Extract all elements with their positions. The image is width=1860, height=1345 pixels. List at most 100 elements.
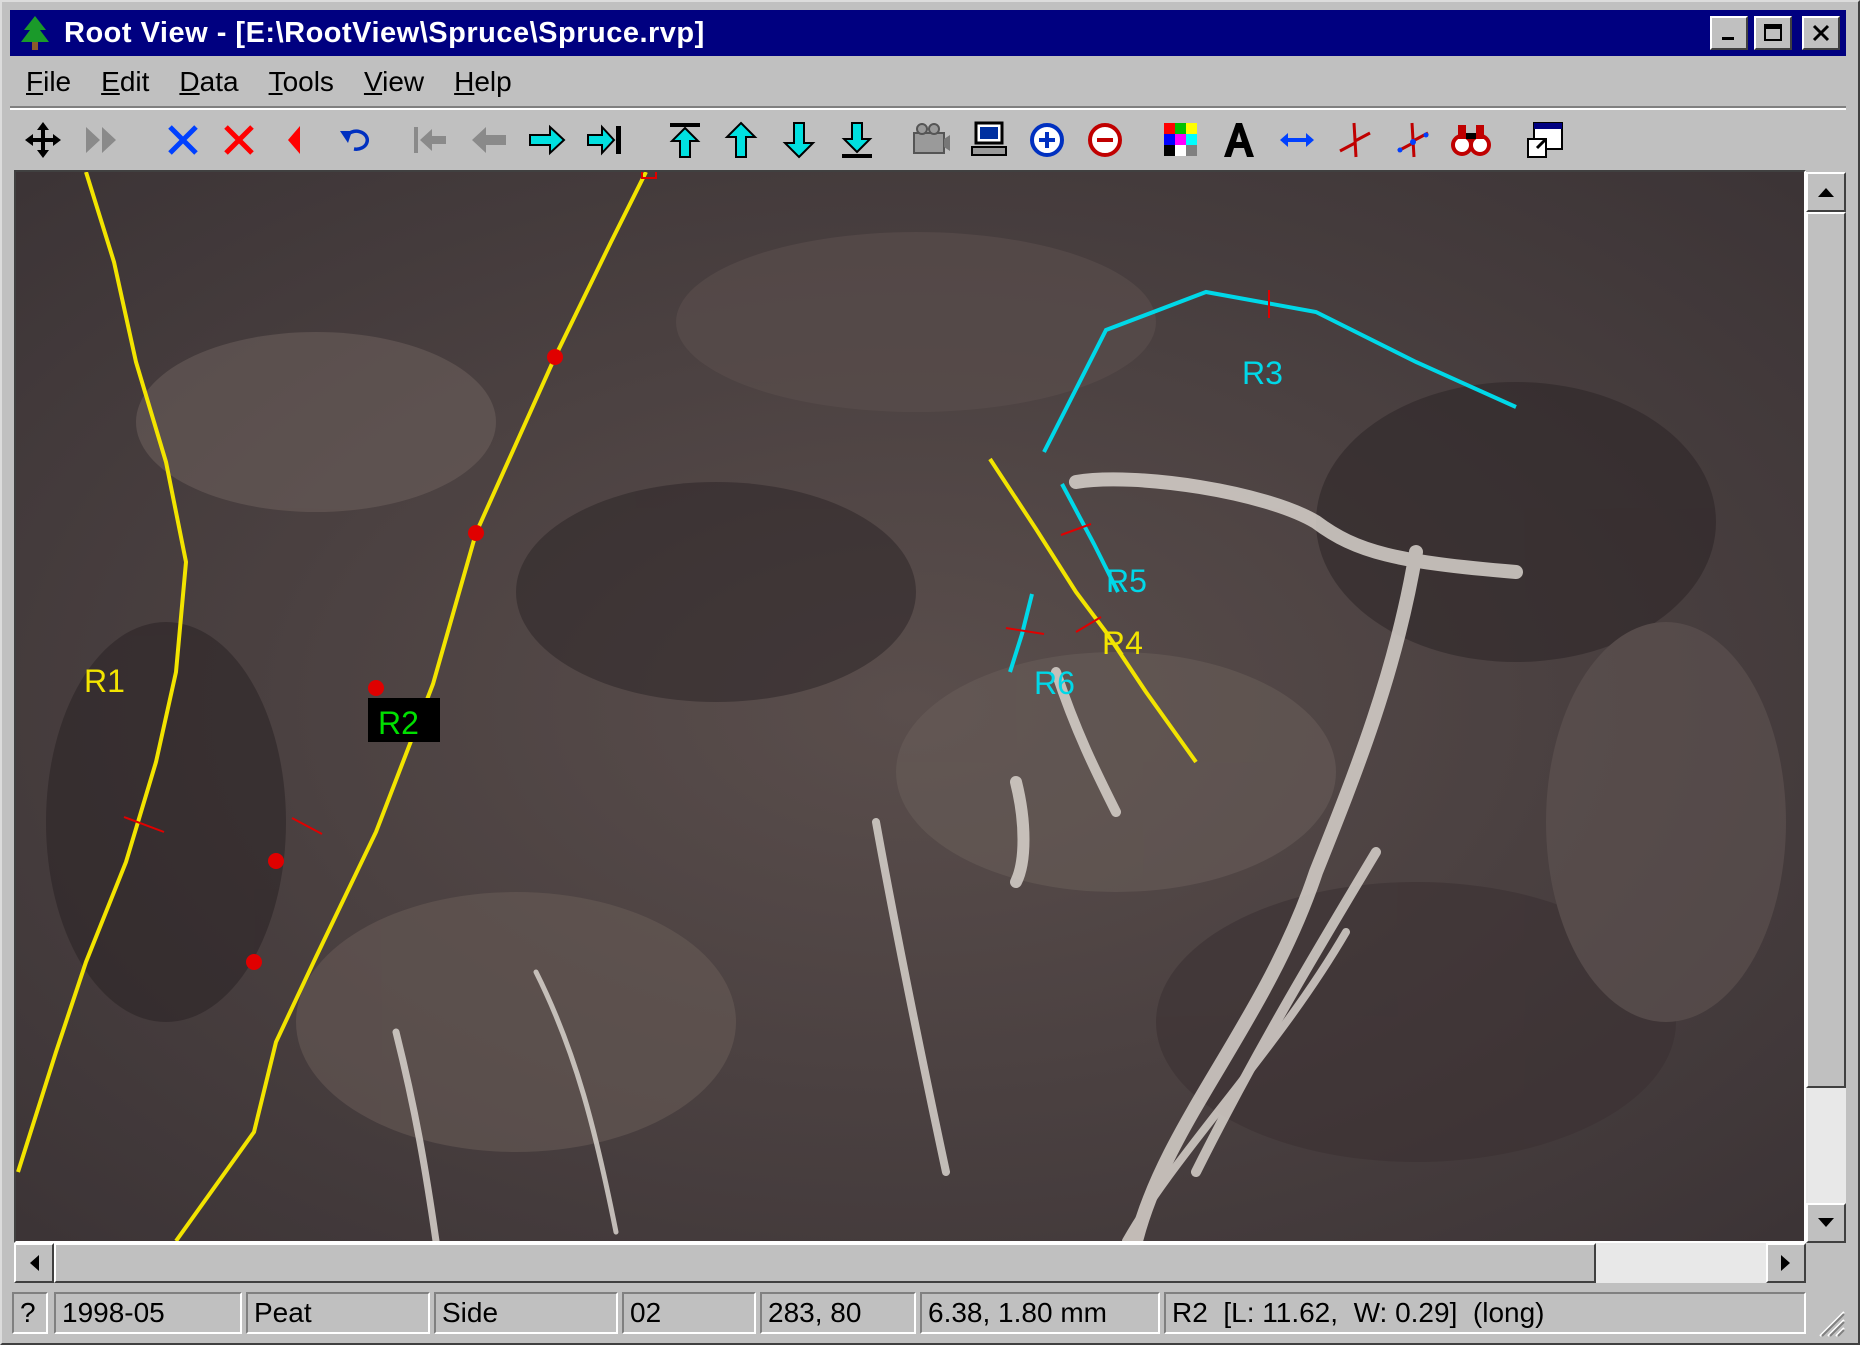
move-button[interactable]: [20, 114, 66, 166]
down-button[interactable]: [776, 114, 822, 166]
undo-button[interactable]: [332, 114, 378, 166]
next-frame-button[interactable]: [524, 114, 570, 166]
zoom-out-button[interactable]: [1082, 114, 1128, 166]
horizontal-scrollbar[interactable]: [14, 1243, 1806, 1283]
menu-separator: [10, 106, 1846, 110]
menu-edit-mnemonic: E: [101, 66, 120, 97]
scroll-down-arrow-icon: [1818, 1218, 1834, 1227]
fast-forward-button[interactable]: [78, 114, 124, 166]
root-r2-node[interactable]: [468, 525, 484, 541]
status-pixel-coords: 283, 80: [760, 1292, 916, 1334]
status-medium: Peat: [246, 1292, 430, 1334]
delete-red-button[interactable]: [216, 114, 262, 166]
computer-button[interactable]: [966, 114, 1012, 166]
vertical-scrollbar[interactable]: [1806, 172, 1846, 1243]
spruce-tree-icon: [21, 16, 49, 50]
previous-frame-button[interactable]: [466, 114, 512, 166]
top-icon: [669, 123, 701, 158]
status-frame: 02: [622, 1292, 756, 1334]
zoom-out-icon: [1088, 123, 1122, 157]
scroll-down-button[interactable]: [1806, 1203, 1846, 1243]
computer-icon: [971, 121, 1007, 156]
minimize-icon: [1722, 37, 1734, 40]
previous-frame-icon: [472, 127, 506, 153]
move-icon: [25, 122, 61, 158]
delete-red-x-icon: [224, 125, 254, 155]
root-r2-node[interactable]: [246, 954, 262, 970]
root-r2-node[interactable]: [547, 349, 563, 365]
menu-view-label: iew: [382, 66, 425, 97]
resize-grip-icon[interactable]: [1812, 1304, 1846, 1338]
menu-file-label: ile: [43, 66, 72, 97]
scroll-up-arrow-icon: [1818, 188, 1834, 197]
title-bar[interactable]: Root View - [E:\RootView\Spruce\Spruce.r…: [10, 10, 1846, 56]
root-label-r4: R4: [1102, 625, 1143, 661]
menu-file[interactable]: File: [26, 66, 71, 98]
maximize-button[interactable]: [1754, 16, 1792, 50]
camera-button[interactable]: [908, 114, 954, 166]
menu-data[interactable]: Data: [179, 66, 238, 98]
menu-view[interactable]: View: [364, 66, 424, 98]
first-frame-button[interactable]: [406, 114, 452, 166]
measure-width-button[interactable]: [1274, 114, 1320, 166]
scroll-left-arrow-icon: [30, 1255, 39, 1271]
vertical-scroll-thumb[interactable]: [1806, 212, 1846, 1088]
delete-blue-button[interactable]: [160, 114, 206, 166]
status-side: Side: [434, 1292, 618, 1334]
scroll-up-button[interactable]: [1806, 172, 1846, 212]
color-grid-button[interactable]: [1158, 114, 1204, 166]
text-button[interactable]: [1216, 114, 1262, 166]
fast-forward-icon: [86, 127, 116, 153]
close-icon: [1812, 24, 1830, 42]
app-window: Root View - [E:\RootView\Spruce\Spruce.r…: [0, 0, 1860, 1345]
horizontal-scroll-thumb[interactable]: [54, 1243, 1596, 1283]
branch-button[interactable]: [1332, 114, 1378, 166]
scroll-left-button[interactable]: [14, 1243, 54, 1283]
root-r2-node[interactable]: [368, 680, 384, 696]
status-help[interactable]: ?: [12, 1292, 48, 1334]
root-image-viewport[interactable]: R1 R2 R3 R4 R5 R6: [16, 172, 1804, 1241]
red-triangle-left-icon: [288, 126, 300, 154]
branch-points-icon: [1397, 122, 1429, 158]
measure-width-icon: [1280, 133, 1314, 147]
menu-help-mnemonic: H: [454, 66, 475, 97]
menu-view-mnemonic: V: [363, 66, 383, 97]
menu-data-mnemonic: D: [179, 66, 200, 97]
toolbar: [10, 114, 1846, 170]
window-export-icon: [1527, 122, 1563, 158]
top-button[interactable]: [662, 114, 708, 166]
scroll-right-button[interactable]: [1766, 1243, 1806, 1283]
minimize-button[interactable]: [1710, 16, 1748, 50]
window-title: Root View - [E:\RootView\Spruce\Spruce.r…: [64, 16, 705, 49]
menu-file-mnemonic: F: [26, 66, 44, 97]
menu-tools-label: ools: [282, 66, 334, 97]
bottom-button[interactable]: [834, 114, 880, 166]
next-frame-icon: [529, 124, 566, 156]
status-bar: ? 1998-05 Peat Side 02 283, 80 6.38, 1.8…: [10, 1290, 1846, 1338]
first-frame-icon: [414, 127, 446, 153]
status-date: 1998-05: [54, 1292, 242, 1334]
menu-help[interactable]: Help: [454, 66, 512, 98]
menu-bar: File Edit Data Tools View Help: [10, 60, 1846, 104]
close-button[interactable]: [1802, 16, 1840, 50]
remove-node-button[interactable]: [272, 114, 318, 166]
window-export-button[interactable]: [1522, 114, 1568, 166]
color-grid-icon: [1164, 123, 1197, 156]
last-frame-button[interactable]: [582, 114, 628, 166]
root-label-r2: R2: [378, 705, 419, 741]
root-r2-node[interactable]: [268, 853, 284, 869]
root-image-canvas[interactable]: R1 R2 R3 R4 R5 R6: [14, 170, 1806, 1243]
menu-edit[interactable]: Edit: [101, 66, 149, 98]
text-icon: [1224, 123, 1254, 157]
menu-tools[interactable]: Tools: [269, 66, 334, 98]
maximize-icon: [1764, 24, 1782, 41]
zoom-in-button[interactable]: [1024, 114, 1070, 166]
up-button[interactable]: [718, 114, 764, 166]
menu-edit-label: dit: [119, 66, 150, 97]
branch-points-button[interactable]: [1390, 114, 1436, 166]
zoom-in-icon: [1030, 123, 1064, 157]
root-label-r2-box: R2: [368, 698, 440, 742]
menu-help-label: elp: [474, 66, 512, 97]
binoculars-button[interactable]: [1448, 114, 1494, 166]
menu-data-label: ata: [199, 66, 239, 97]
